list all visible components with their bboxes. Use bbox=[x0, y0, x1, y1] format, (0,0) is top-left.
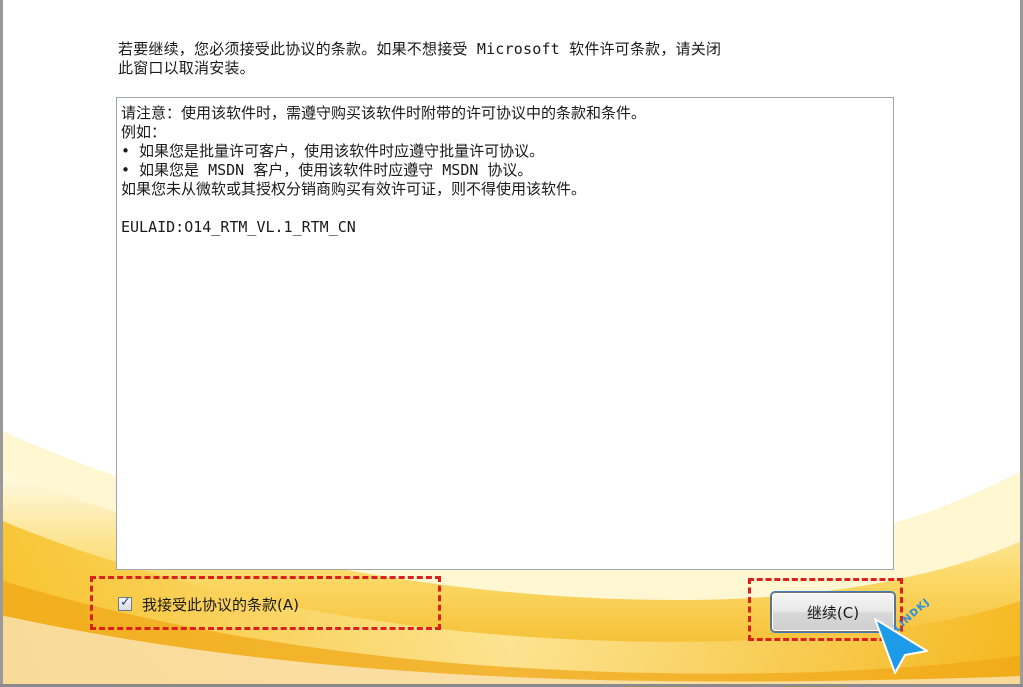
eula-id: EULAID:O14_RTM_VL.1_RTM_CN bbox=[121, 218, 356, 236]
eula-line: 如果您未从微软或其授权分销商购买有效许可证，则不得使用该软件。 bbox=[121, 180, 587, 198]
instruction-line-1: 若要继续，您必须接受此协议的条款。如果不想接受 Microsoft 软件许可条款… bbox=[118, 40, 722, 58]
eula-blank-line bbox=[121, 199, 887, 218]
setup-window: 若要继续，您必须接受此协议的条款。如果不想接受 Microsoft 软件许可条款… bbox=[0, 0, 1023, 687]
instruction-text: 若要继续，您必须接受此协议的条款。如果不想接受 Microsoft 软件许可条款… bbox=[118, 40, 948, 78]
license-text-box[interactable]: 请注意：使用该软件时，需遵守购买该软件时附带的许可协议中的条款和条件。 例如： … bbox=[116, 97, 894, 570]
eula-line: 请注意：使用该软件时，需遵守购买该软件时附带的许可协议中的条款和条件。 bbox=[121, 104, 647, 122]
checkbox-box[interactable]: ✓ bbox=[118, 595, 132, 611]
eula-line: • 如果您是 MSDN 客户，使用该软件时应遵守 MSDN 协议。 bbox=[121, 161, 533, 179]
eula-line: • 如果您是批量许可客户，使用该软件时应遵守批量许可协议。 bbox=[121, 142, 545, 160]
accept-terms-label[interactable]: 我接受此协议的条款(A) bbox=[142, 594, 299, 615]
instruction-line-2: 此窗口以取消安装。 bbox=[118, 59, 255, 77]
accept-terms-checkbox[interactable]: ✓ 我接受此协议的条款(A) bbox=[118, 592, 299, 616]
checkmark-icon: ✓ bbox=[120, 595, 131, 610]
eula-line: 例如： bbox=[121, 123, 167, 141]
window-left-border bbox=[0, 0, 3, 687]
